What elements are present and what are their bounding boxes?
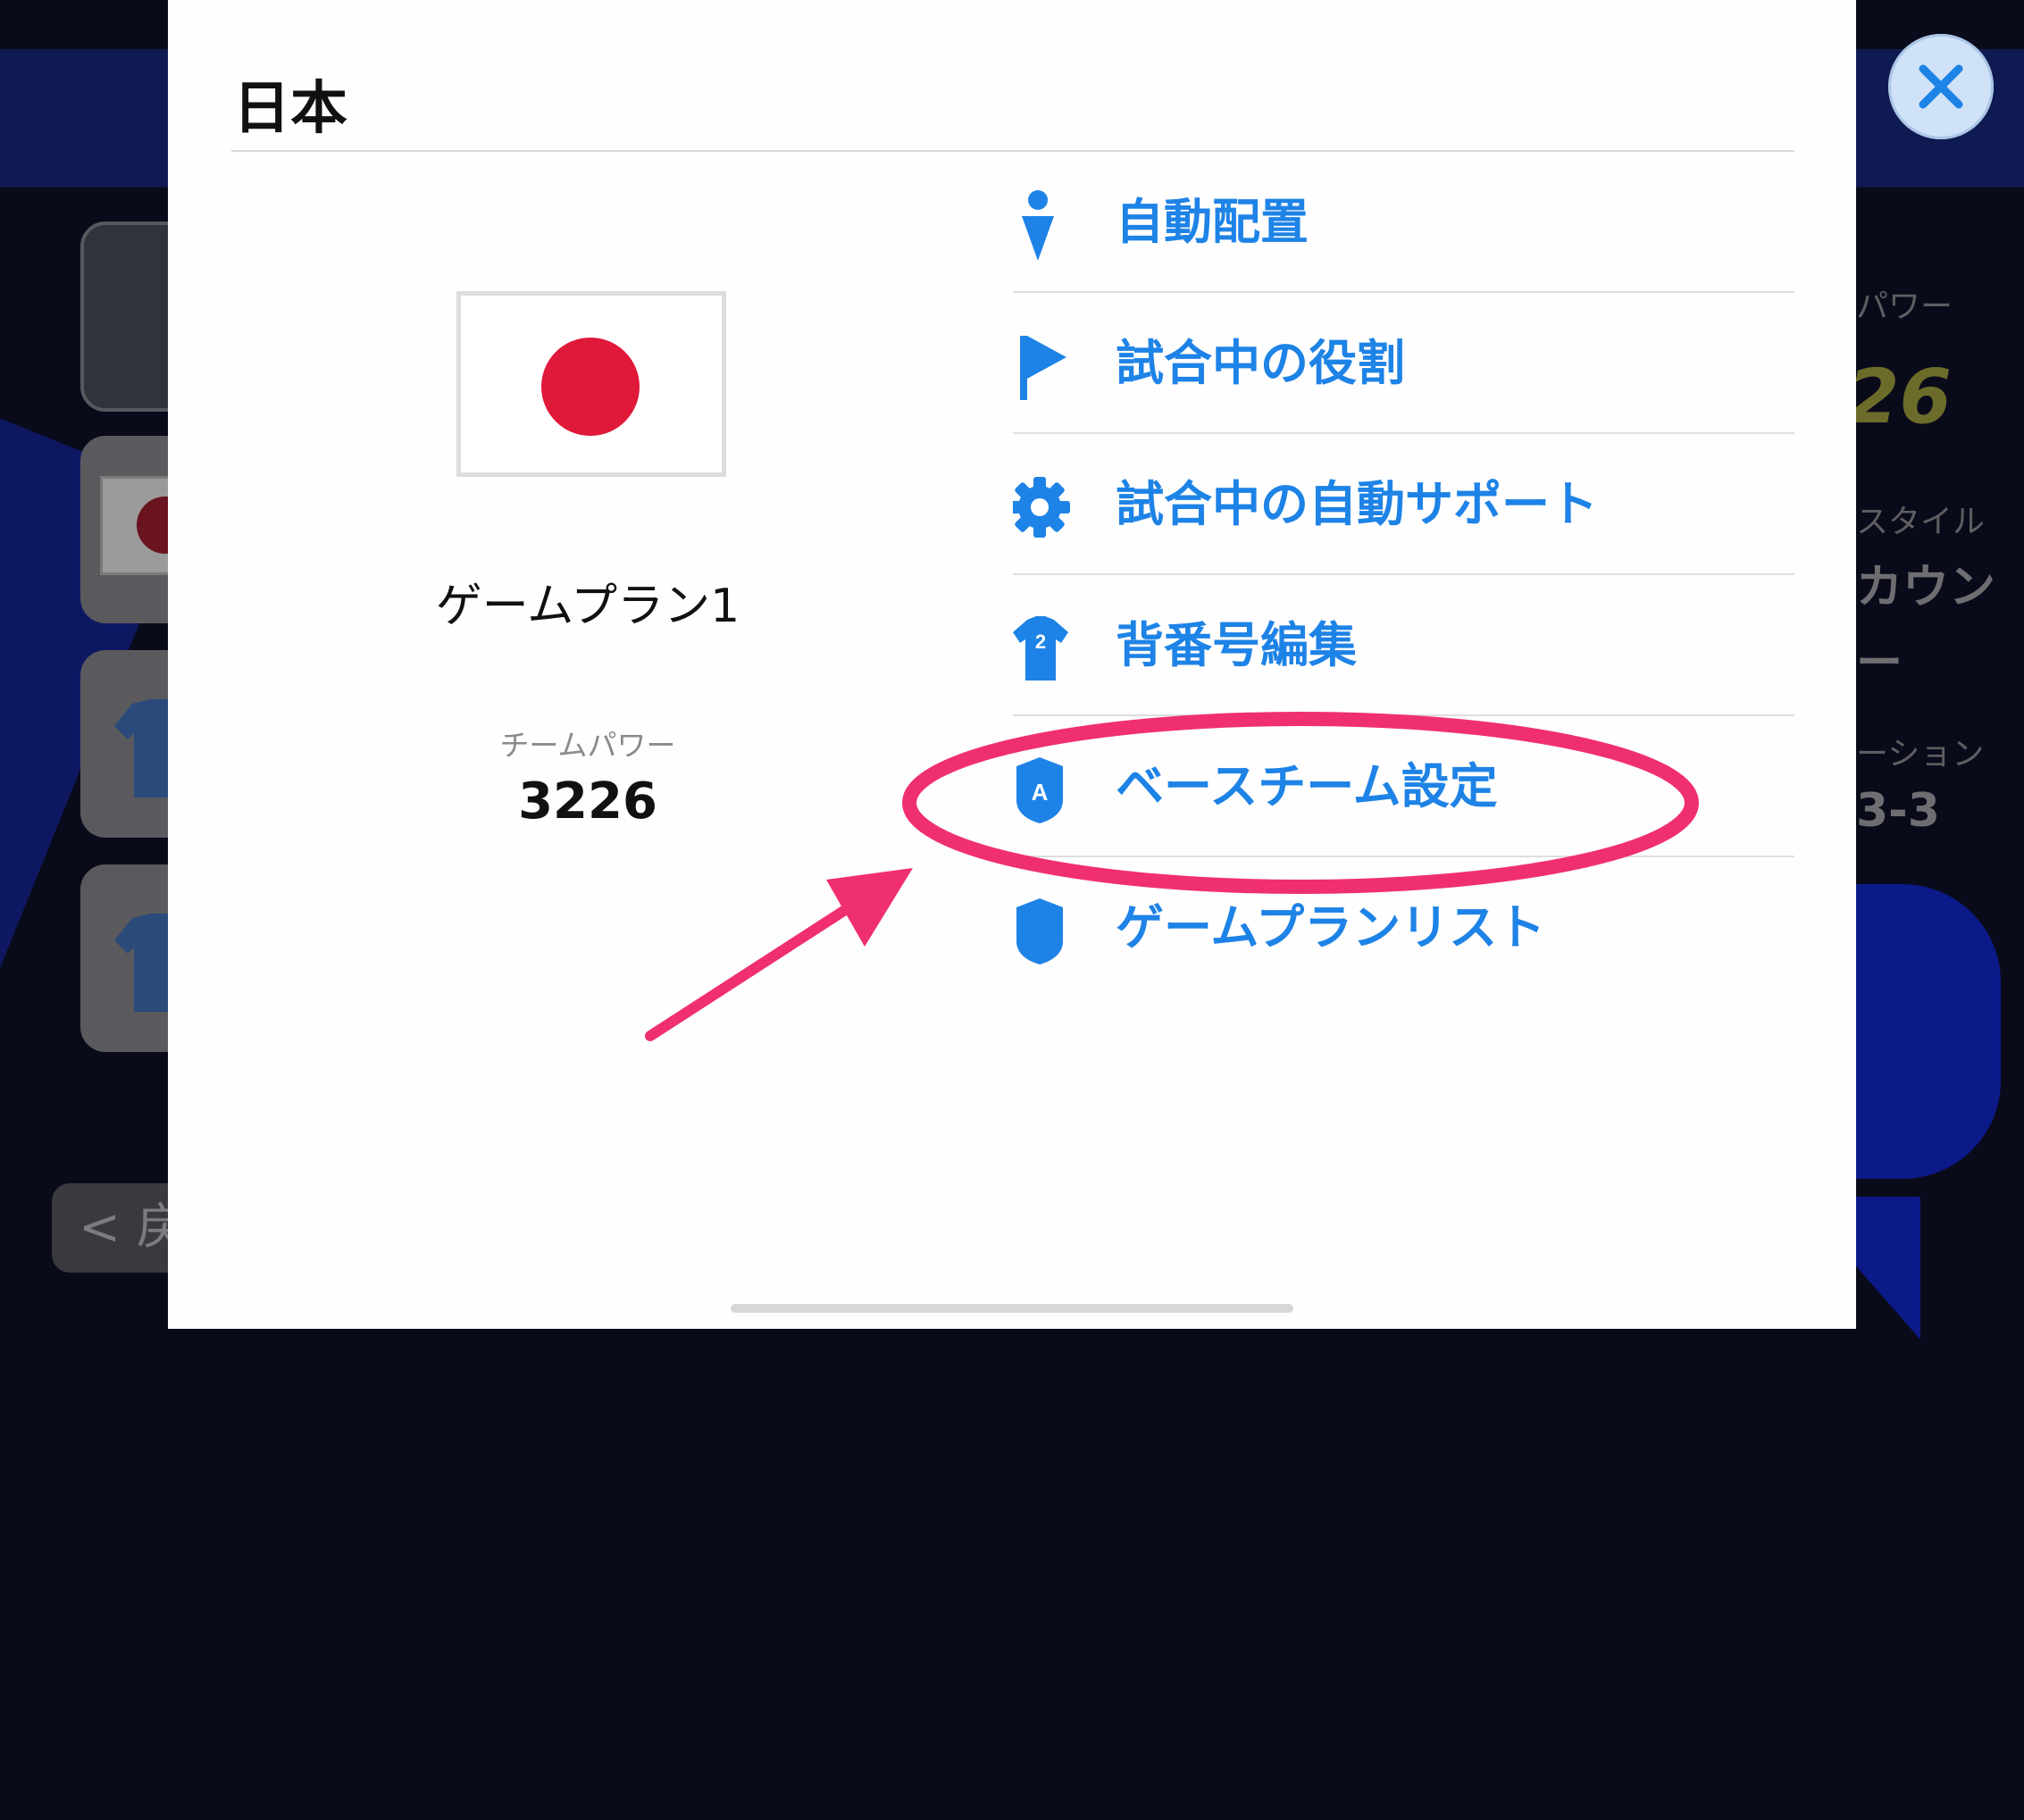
gear-icon [1013, 477, 1070, 538]
team-power-label: チームパワー [499, 728, 676, 763]
menu-label: 自動配置 [1116, 194, 1309, 250]
menu-item-match-auto-support[interactable]: 試合中の自動サポート [1013, 434, 1794, 575]
modal-title: 日本 [233, 76, 347, 142]
background-formation-label: ーション [1856, 736, 1985, 772]
japan-flag [456, 291, 726, 477]
menu-label: 試合中の役割 [1116, 335, 1405, 391]
svg-text:A: A [1032, 779, 1049, 806]
team-power-value: 3226 [518, 772, 657, 831]
background-power-value: 26 [1847, 353, 1952, 440]
jersey-number-icon: 2 [1013, 616, 1068, 680]
menu-item-match-role[interactable]: 試合中の役割 [1013, 293, 1794, 434]
close-icon [1919, 64, 1963, 109]
game-plan-name: ゲームプラン1 [435, 580, 740, 633]
auto-placement-icon [1022, 190, 1054, 261]
modal-menu: 自動配置 試合中の役割 試合中の自動サポート 2 背番号編集 A ベースチーム設… [1013, 152, 1794, 998]
menu-label: ベースチーム設定 [1116, 758, 1498, 814]
flag-icon [1020, 336, 1066, 400]
shield-icon [1016, 898, 1063, 964]
menu-item-game-plan-list[interactable]: ゲームプランリスト [1013, 857, 1794, 998]
background-style-value: カウン [1856, 561, 1996, 614]
background-formation-value: 3-3 [1856, 784, 1940, 838]
svg-text:2: 2 [1035, 630, 1046, 653]
home-indicator[interactable] [731, 1304, 1293, 1313]
menu-label: ゲームプランリスト [1116, 899, 1546, 956]
game-plan-modal: 日本 ゲームプラン1 チームパワー 3226 自動配置 試合中の役割 試合中の自… [168, 0, 1856, 1329]
menu-label: 背番号編集 [1116, 617, 1357, 673]
close-button[interactable] [1888, 34, 1994, 139]
menu-item-jersey-number[interactable]: 2 背番号編集 [1013, 575, 1794, 716]
base-team-shield-icon: A [1016, 757, 1063, 823]
background-style-label: スタイル [1856, 504, 1986, 540]
menu-item-auto-placement[interactable]: 自動配置 [1013, 152, 1794, 293]
background-style-value-2: ー [1856, 637, 1903, 690]
menu-label: 試合中の自動サポート [1116, 476, 1598, 532]
background-power-label: パワー [1856, 288, 1953, 325]
menu-item-base-team-settings[interactable]: A ベースチーム設定 [1013, 716, 1794, 857]
